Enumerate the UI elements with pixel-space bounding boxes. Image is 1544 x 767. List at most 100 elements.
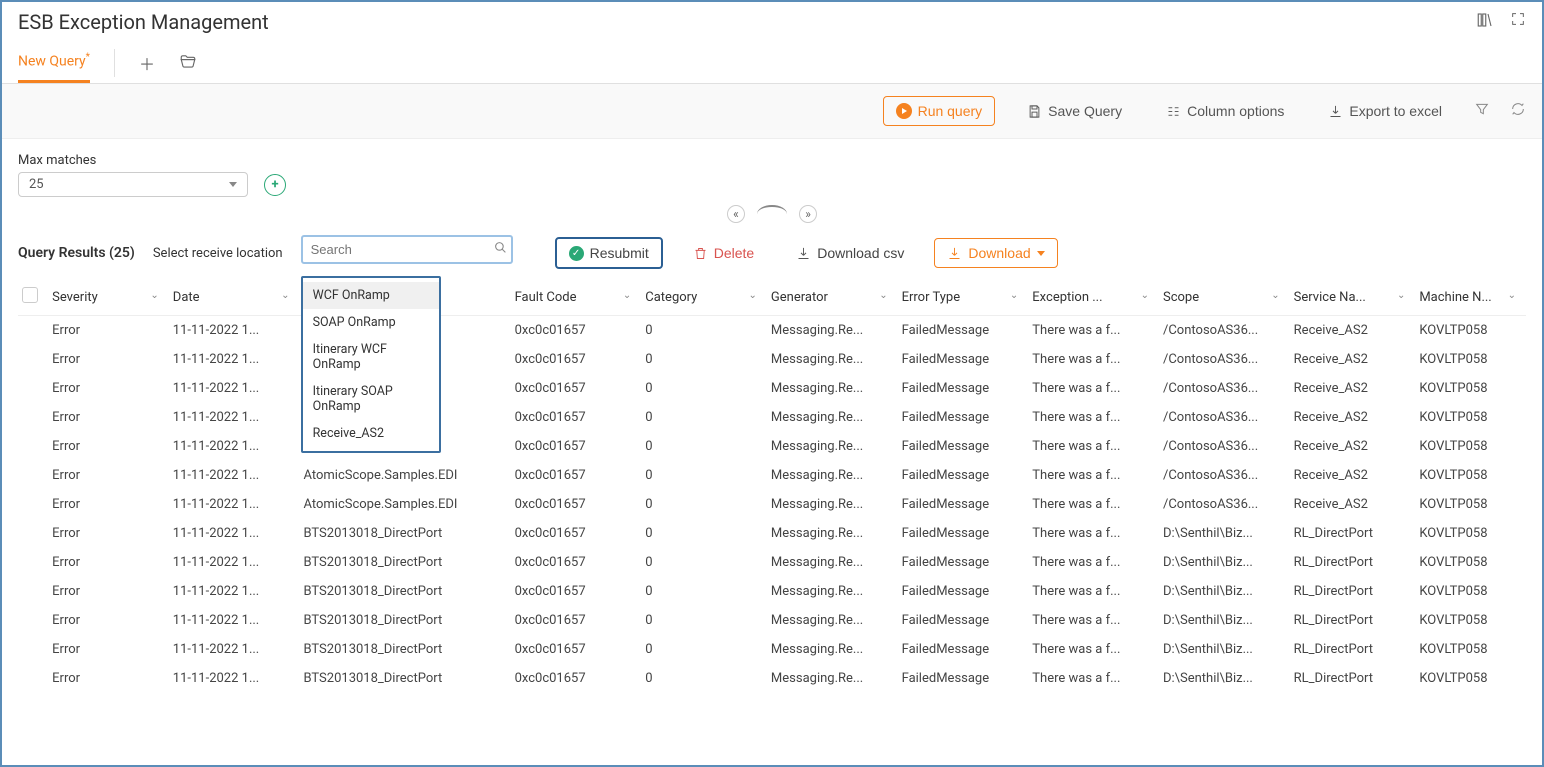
cell-scope: D:\Senthil\Biz... — [1159, 519, 1290, 548]
table-row[interactable]: Error11-11-2022 1...BTS2013018_DirectPor… — [18, 519, 1526, 548]
add-filter-button[interactable]: + — [264, 174, 286, 196]
column-header[interactable]: Error Type⌄ — [898, 279, 1029, 316]
cell-severity: Error — [48, 432, 169, 461]
cell-machine: KOVLTP058 — [1415, 577, 1526, 606]
table-row[interactable]: Error11-11-2022 1...BTS2013018_DirectPor… — [18, 664, 1526, 693]
cell-date: 11-11-2022 1... — [169, 345, 300, 374]
cell-generator: Messaging.Re... — [767, 490, 898, 519]
download-icon — [796, 246, 811, 261]
run-query-button[interactable]: Run query — [883, 96, 996, 126]
column-header[interactable]: Service Na...⌄ — [1290, 279, 1416, 316]
cell-exception: There was a f... — [1028, 374, 1159, 403]
table-row[interactable]: Error11-11-2022 1...es.EDI0xc0c016570Mes… — [18, 403, 1526, 432]
table-row[interactable]: Error11-11-2022 1...es.EDI0xc0c016570Mes… — [18, 316, 1526, 346]
table-row[interactable]: Error11-11-2022 1...BTS2013018_DirectPor… — [18, 606, 1526, 635]
cell-date: 11-11-2022 1... — [169, 548, 300, 577]
cell-generator: Messaging.Re... — [767, 548, 898, 577]
column-header[interactable]: Date⌄ — [169, 279, 300, 316]
download-menu-button[interactable]: Download — [934, 238, 1057, 268]
table-row[interactable]: Error11-11-2022 1...AtomicScope.Samples.… — [18, 461, 1526, 490]
cell-machine: KOVLTP058 — [1415, 345, 1526, 374]
cell-exception: There was a f... — [1028, 664, 1159, 693]
cell-category: 0 — [641, 664, 767, 693]
location-option[interactable]: Itinerary SOAP OnRamp — [303, 378, 439, 420]
cell-generator: Messaging.Re... — [767, 577, 898, 606]
cell-service: Receive_AS2 — [1290, 490, 1416, 519]
column-header[interactable]: Severity⌄ — [48, 279, 169, 316]
cell-category: 0 — [641, 461, 767, 490]
table-row[interactable]: Error11-11-2022 1...BTS2013018_DirectPor… — [18, 635, 1526, 664]
cell-fault: 0xc0c01657 — [511, 403, 642, 432]
filter-icon[interactable] — [1474, 101, 1490, 121]
table-row[interactable]: Error11-11-2022 1...es.EDI0xc0c016570Mes… — [18, 374, 1526, 403]
books-icon[interactable] — [1476, 11, 1494, 33]
cell-date: 11-11-2022 1... — [169, 664, 300, 693]
cell-date: 11-11-2022 1... — [169, 374, 300, 403]
location-option[interactable]: SOAP OnRamp — [303, 309, 439, 336]
cell-scope: /ContosoAS36... — [1159, 403, 1290, 432]
max-matches-select[interactable]: 25 — [18, 172, 248, 197]
download-csv-button[interactable]: Download csv — [784, 239, 916, 267]
table-row[interactable]: Error11-11-2022 1...AtomicScope.Samples.… — [18, 490, 1526, 519]
export-excel-button[interactable]: Export to excel — [1316, 97, 1454, 125]
column-header[interactable]: Category⌄ — [641, 279, 767, 316]
table-row[interactable]: Error11-11-2022 1...es.EDI0xc0c016570Mes… — [18, 432, 1526, 461]
cell-app: BTS2013018_DirectPort — [299, 606, 510, 635]
location-search-input[interactable] — [301, 235, 513, 264]
cell-machine: KOVLTP058 — [1415, 432, 1526, 461]
cell-scope: /ContosoAS36... — [1159, 461, 1290, 490]
expand-down-icon[interactable]: » — [799, 205, 817, 223]
columns-icon — [1166, 104, 1181, 119]
table-row[interactable]: Error11-11-2022 1...es.EDI0xc0c016570Mes… — [18, 345, 1526, 374]
column-header[interactable]: Fault Code⌄ — [511, 279, 642, 316]
column-header[interactable]: Machine N...⌄ — [1415, 279, 1526, 316]
cell-scope: D:\Senthil\Biz... — [1159, 635, 1290, 664]
play-icon — [896, 103, 912, 119]
select-all-checkbox[interactable] — [22, 287, 38, 303]
delete-button[interactable]: Delete — [681, 239, 766, 267]
save-query-button[interactable]: Save Query — [1015, 97, 1134, 125]
column-header[interactable]: Generator⌄ — [767, 279, 898, 316]
cell-scope: /ContosoAS36... — [1159, 432, 1290, 461]
cell-fault: 0xc0c01657 — [511, 606, 642, 635]
cell-category: 0 — [641, 432, 767, 461]
cell-app: BTS2013018_DirectPort — [299, 635, 510, 664]
cell-service: Receive_AS2 — [1290, 316, 1416, 346]
column-header[interactable]: Scope⌄ — [1159, 279, 1290, 316]
chevron-down-icon: ⌄ — [1010, 290, 1018, 301]
location-option[interactable]: Itinerary WCF OnRamp — [303, 336, 439, 378]
cell-severity: Error — [48, 461, 169, 490]
column-options-button[interactable]: Column options — [1154, 97, 1296, 125]
location-option[interactable]: WCF OnRamp — [303, 282, 439, 309]
location-option[interactable]: Receive_AS2 — [303, 420, 439, 447]
chevron-down-icon: ⌄ — [1141, 290, 1149, 301]
cell-service: RL_DirectPort — [1290, 519, 1416, 548]
cell-category: 0 — [641, 345, 767, 374]
cell-service: Receive_AS2 — [1290, 345, 1416, 374]
cell-exception: There was a f... — [1028, 577, 1159, 606]
refresh-icon[interactable] — [1510, 101, 1526, 121]
tab-new-query[interactable]: New Query* — [18, 42, 90, 83]
column-header[interactable]: Exception ...⌄ — [1028, 279, 1159, 316]
collapse-up-icon[interactable]: « — [727, 205, 745, 223]
cell-exception: There was a f... — [1028, 635, 1159, 664]
cell-exception: There was a f... — [1028, 316, 1159, 346]
resubmit-button[interactable]: ✓ Resubmit — [555, 237, 663, 269]
trash-icon — [693, 246, 708, 261]
cell-fault: 0xc0c01657 — [511, 635, 642, 664]
cell-app: BTS2013018_DirectPort — [299, 577, 510, 606]
download-csv-label: Download csv — [817, 245, 904, 261]
cell-date: 11-11-2022 1... — [169, 635, 300, 664]
cell-scope: /ContosoAS36... — [1159, 490, 1290, 519]
fullscreen-icon[interactable] — [1510, 11, 1526, 33]
cell-errortype: FailedMessage — [898, 374, 1029, 403]
add-tab-icon[interactable]: ＋ — [139, 51, 155, 75]
open-icon[interactable] — [179, 52, 197, 74]
cell-exception: There was a f... — [1028, 461, 1159, 490]
cell-category: 0 — [641, 548, 767, 577]
table-row[interactable]: Error11-11-2022 1...BTS2013018_DirectPor… — [18, 577, 1526, 606]
cell-severity: Error — [48, 577, 169, 606]
cell-exception: There was a f... — [1028, 403, 1159, 432]
column-options-label: Column options — [1187, 103, 1284, 119]
table-row[interactable]: Error11-11-2022 1...BTS2013018_DirectPor… — [18, 548, 1526, 577]
